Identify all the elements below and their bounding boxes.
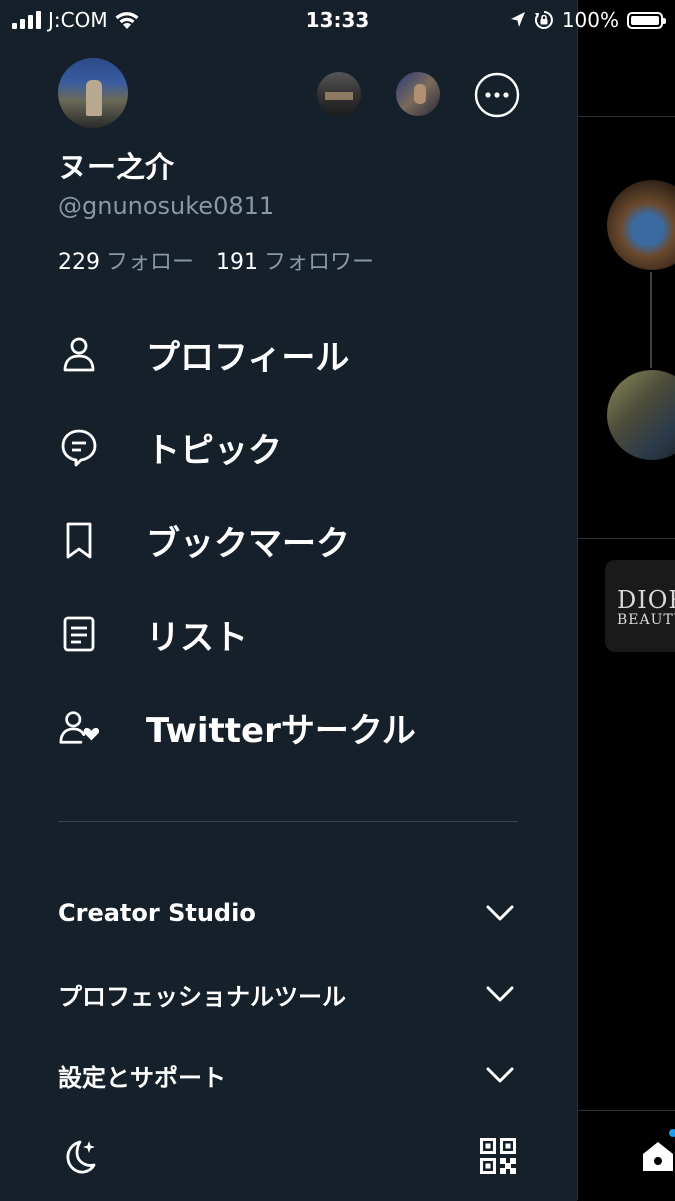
battery-percent: 100% — [561, 8, 619, 32]
menu-item-lists[interactable]: リスト — [0, 595, 577, 673]
section-settings-support[interactable]: 設定とサポート — [0, 1045, 577, 1105]
section-professional-tools[interactable]: プロフェッショナルツール — [0, 964, 577, 1024]
circle-icon — [58, 706, 100, 748]
orientation-lock-icon — [534, 11, 553, 29]
chevron-down-icon — [486, 1067, 514, 1083]
ad-text: DIOR — [617, 586, 675, 614]
qr-code-icon[interactable] — [480, 1138, 516, 1174]
chevron-down-icon — [486, 905, 514, 921]
section-label: Creator Studio — [58, 899, 256, 927]
menu-item-profile[interactable]: プロフィール — [0, 315, 577, 393]
menu-item-label: Twitterサークル — [146, 710, 416, 751]
following-label: フォロー — [106, 250, 195, 275]
feed-divider — [577, 538, 675, 539]
more-options-icon[interactable] — [474, 72, 520, 118]
ad-image[interactable]: DIOR BEAUTY — [605, 560, 675, 652]
notification-dot — [669, 1129, 675, 1137]
dark-mode-icon[interactable] — [58, 1136, 100, 1178]
chevron-down-icon — [486, 986, 514, 1002]
menu-divider — [58, 821, 518, 822]
side-drawer: ヌー之介 @gnunosuke0811 229 フォロー 191 フォロワー プロフィ… — [0, 0, 578, 1200]
ad-text: BEAUTY — [617, 612, 675, 628]
following-count: 229 — [58, 250, 100, 275]
thread-line — [650, 272, 652, 368]
followers-label: フォロワー — [264, 250, 375, 275]
tab-bar — [577, 1110, 675, 1201]
account-avatar[interactable] — [317, 72, 361, 116]
topics-icon — [58, 426, 100, 468]
home-icon[interactable] — [641, 1139, 675, 1173]
profile-handle[interactable]: @gnunosuke0811 — [58, 192, 274, 220]
section-label: プロフェッショナルツール — [58, 982, 346, 1011]
account-avatar[interactable] — [396, 72, 440, 116]
fleet-thumbnail[interactable] — [607, 370, 675, 460]
status-bar: J:COM 13:33 100% — [0, 0, 675, 38]
menu-item-label: トピック — [146, 430, 282, 471]
location-arrow-icon — [510, 12, 525, 27]
profile-name[interactable]: ヌー之介 — [58, 144, 174, 186]
person-icon — [58, 333, 100, 375]
menu-item-label: リスト — [146, 617, 248, 658]
fleet-thumbnail[interactable] — [607, 180, 675, 270]
profile-avatar[interactable] — [58, 58, 128, 128]
battery-icon — [627, 11, 666, 29]
section-creator-studio[interactable]: Creator Studio — [0, 883, 577, 943]
background-feed: DIOR BEAUTY — [577, 0, 675, 1201]
menu-item-bookmarks[interactable]: ブックマーク — [0, 501, 577, 579]
followers-count: 191 — [216, 250, 259, 275]
bookmark-icon — [58, 519, 100, 561]
menu-item-label: プロフィール — [146, 337, 350, 378]
menu-item-label: ブックマーク — [146, 523, 350, 564]
followers-link[interactable]: 191 フォロワー — [216, 250, 374, 275]
feed-divider — [577, 116, 675, 117]
follow-stats: 229 フォロー 191 フォロワー — [58, 244, 374, 276]
section-label: 設定とサポート — [58, 1063, 226, 1092]
menu-item-topics[interactable]: トピック — [0, 408, 577, 486]
following-link[interactable]: 229 フォロー — [58, 250, 194, 275]
lists-icon — [58, 613, 100, 655]
menu-item-twitter-circle[interactable]: Twitterサークル — [0, 688, 577, 766]
